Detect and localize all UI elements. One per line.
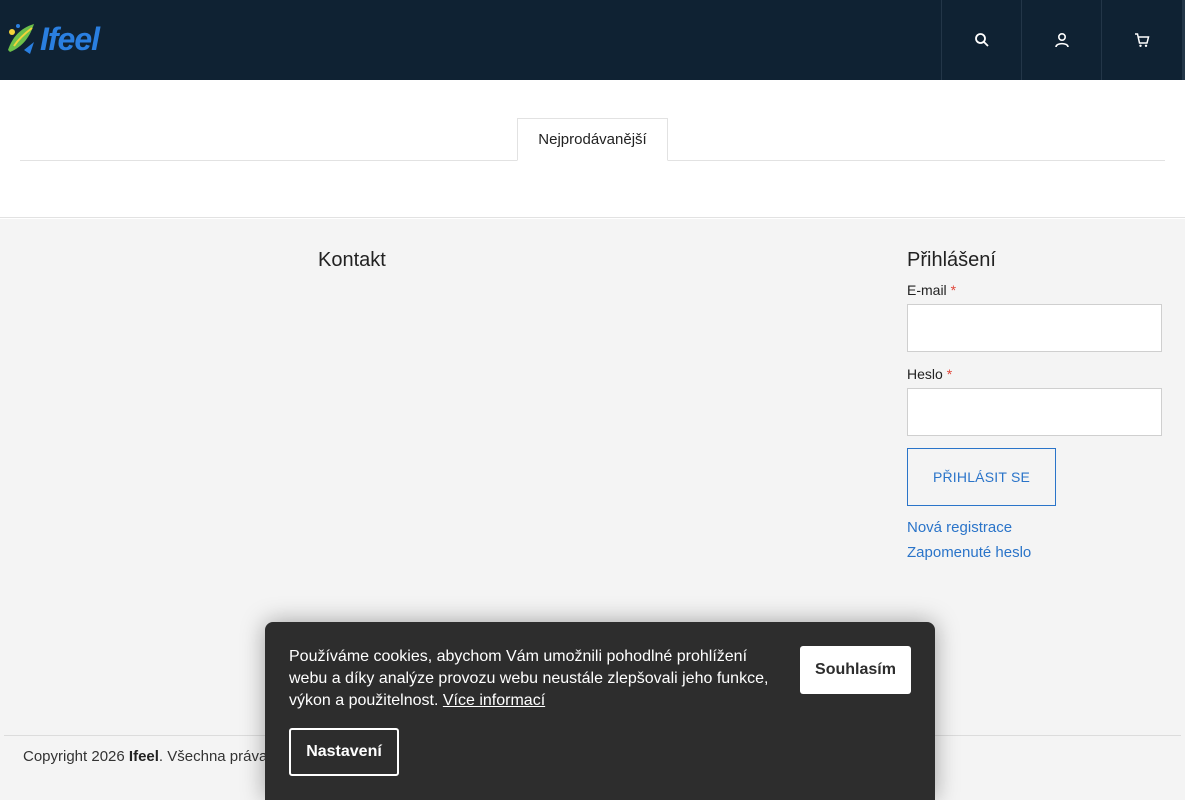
agree-button[interactable]: Souhlasím (800, 646, 911, 694)
user-icon (1054, 32, 1070, 48)
cookie-settings-button[interactable]: Nastavení (289, 728, 399, 776)
password-label: Heslo * (907, 366, 952, 382)
cart-button[interactable] (1101, 0, 1181, 80)
account-button[interactable] (1021, 0, 1101, 80)
password-label-text: Heslo (907, 366, 943, 382)
email-field[interactable] (907, 304, 1162, 352)
more-info-link[interactable]: Více informací (443, 692, 545, 709)
search-button[interactable] (941, 0, 1021, 80)
login-button[interactable]: PŘIHLÁSIT SE (907, 448, 1056, 506)
search-icon (974, 32, 990, 48)
required-marker: * (950, 282, 957, 298)
logo[interactable]: Ifeel (4, 18, 114, 60)
logo-text: Ifeel (40, 21, 100, 57)
password-field[interactable] (907, 388, 1162, 436)
forgot-password-link[interactable]: Zapomenuté heslo (907, 544, 1031, 561)
email-label-text: E-mail (907, 282, 947, 298)
cart-icon (1134, 32, 1150, 48)
register-link[interactable]: Nová registrace (907, 519, 1012, 536)
cookie-message: Používáme cookies, abychom Vám umožnili … (289, 646, 779, 712)
contact-heading: Kontakt (318, 249, 386, 271)
logo-leaf-icon (4, 20, 40, 58)
copyright: Copyright 2026 Ifeel. Všechna práva (23, 748, 267, 765)
cookie-banner: Používáme cookies, abychom Vám umožnili … (265, 622, 935, 800)
login-heading: Přihlášení (907, 249, 996, 271)
site-header: Ifeel (0, 0, 1185, 80)
email-label: E-mail * (907, 282, 956, 298)
required-marker: * (946, 366, 953, 382)
copyright-prefix: Copyright 2026 (23, 748, 129, 765)
tab-bestsellers[interactable]: Nejprodávanější (517, 118, 668, 161)
product-tabs: Nejprodávanější (0, 80, 1185, 218)
copyright-brand: Ifeel (128, 748, 159, 765)
copyright-suffix: . Všechna práva (158, 748, 268, 765)
header-edge (1182, 0, 1185, 80)
